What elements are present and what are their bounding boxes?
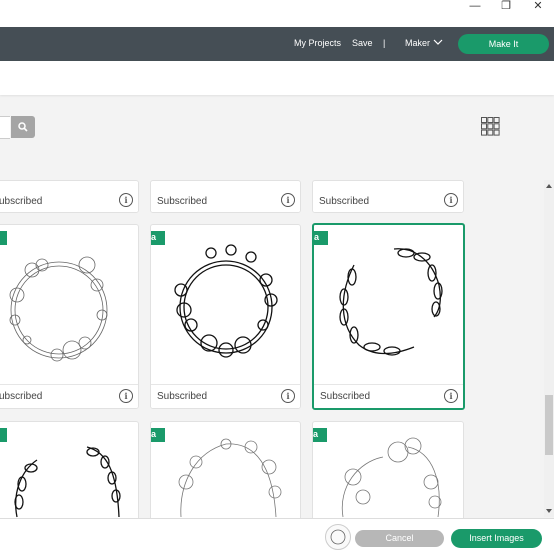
card-status: ubscribed: [0, 196, 43, 207]
close-button[interactable]: ✕: [523, 0, 553, 14]
bottom-action-bar: Cancel Insert Images: [0, 518, 554, 555]
window-titlebar: — ❐ ✕: [0, 0, 554, 27]
machine-select[interactable]: Maker: [405, 38, 430, 48]
save-link[interactable]: Save: [352, 38, 373, 48]
search-icon: [18, 122, 28, 132]
leaf-wreath-image: [14, 446, 121, 518]
floral-wreath-image: [9, 256, 108, 362]
info-icon[interactable]: i: [119, 193, 133, 207]
card-status: Subscribed: [157, 391, 208, 402]
cancel-button[interactable]: Cancel: [355, 530, 444, 547]
info-icon[interactable]: i: [119, 389, 133, 403]
leaf-wreath-image: [339, 248, 443, 356]
info-icon[interactable]: i: [281, 193, 295, 207]
card-status: ubscribed: [0, 391, 43, 402]
card-status: Subscribed: [320, 391, 371, 402]
floral-wreath-image: [178, 438, 282, 518]
card-status: Subscribed: [157, 196, 208, 207]
image-card[interactable]: a ubscribed i: [0, 224, 139, 409]
image-card-selected[interactable]: a Subscribed i: [312, 223, 465, 410]
image-card[interactable]: a: [312, 421, 464, 523]
scroll-thumb[interactable]: [545, 395, 553, 455]
restore-button[interactable]: ❐: [491, 0, 521, 14]
app-header: My Projects Save | Maker Make It: [0, 27, 554, 61]
image-card[interactable]: ubscribed i: [0, 180, 139, 213]
floral-wreath-image: [341, 437, 442, 518]
image-card[interactable]: a Subscribed i: [150, 224, 301, 409]
grid-view-icon[interactable]: [481, 117, 500, 136]
info-icon[interactable]: i: [281, 389, 295, 403]
search-input[interactable]: [0, 116, 10, 139]
my-projects-link[interactable]: My Projects: [294, 38, 341, 48]
selected-image-thumbnail[interactable]: [325, 524, 351, 550]
floral-wreath-image: [174, 244, 278, 358]
minimize-button[interactable]: —: [460, 0, 490, 14]
insert-images-button[interactable]: Insert Images: [451, 529, 542, 548]
search-button[interactable]: [11, 116, 35, 138]
vertical-scrollbar[interactable]: [544, 180, 554, 517]
make-it-button[interactable]: Make It: [458, 34, 549, 54]
scroll-down-icon[interactable]: [544, 507, 554, 515]
scroll-up-icon[interactable]: [544, 182, 554, 190]
image-card[interactable]: a: [0, 421, 139, 523]
info-icon[interactable]: i: [444, 193, 458, 207]
chevron-down-icon[interactable]: [433, 39, 443, 46]
sub-header: [0, 61, 554, 95]
header-divider: |: [383, 38, 386, 48]
image-card[interactable]: Subscribed i: [150, 180, 301, 213]
card-status: Subscribed: [319, 196, 370, 207]
image-card[interactable]: Subscribed i: [312, 180, 464, 213]
image-card[interactable]: a: [150, 421, 301, 523]
info-icon[interactable]: i: [444, 389, 458, 403]
